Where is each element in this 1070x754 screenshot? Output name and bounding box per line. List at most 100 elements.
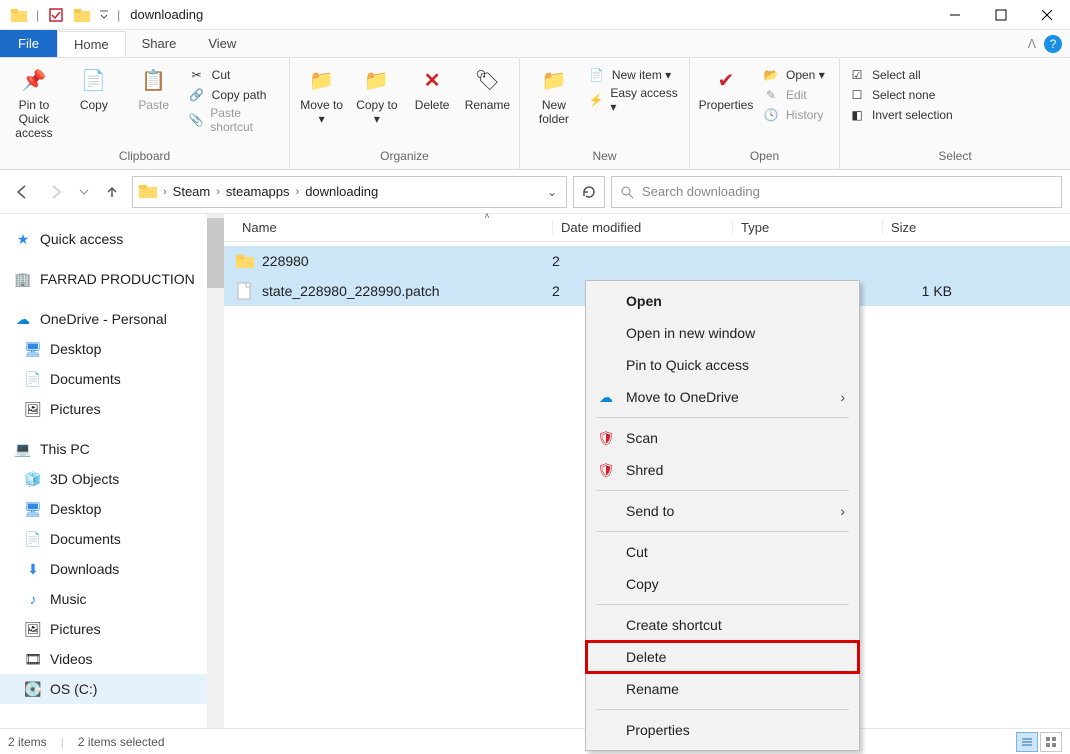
sidebar-pc-pictures[interactable]: 🖼Pictures (0, 614, 224, 644)
recent-locations-button[interactable] (76, 178, 92, 206)
move-to-button[interactable]: 📁Move to ▾ (298, 64, 345, 126)
sidebar-pc-videos[interactable]: 🎞Videos (0, 644, 224, 674)
copy-to-button[interactable]: 📁Copy to ▾ (353, 64, 400, 126)
history-button[interactable]: 🕓History (762, 106, 825, 124)
search-icon (620, 185, 634, 199)
window-title: downloading (130, 7, 203, 22)
ctx-open-new-window[interactable]: Open in new window (586, 317, 859, 349)
share-tab[interactable]: Share (126, 30, 193, 57)
sidebar-od-documents[interactable]: 📄Documents (0, 364, 224, 394)
new-folder-button[interactable]: 📁New folder (528, 64, 580, 126)
ctx-properties[interactable]: Properties (586, 714, 859, 746)
invert-selection-button[interactable]: ◧Invert selection (848, 106, 953, 124)
sidebar-pc-documents[interactable]: 📄Documents (0, 524, 224, 554)
close-button[interactable] (1024, 0, 1070, 30)
forward-button[interactable] (42, 178, 70, 206)
breadcrumb-steamapps[interactable]: steamapps (220, 184, 296, 199)
documents-icon: 📄 (24, 370, 42, 388)
select-all-button[interactable]: ☑Select all (848, 66, 953, 84)
pictures-icon: 🖼 (24, 620, 42, 638)
file-tab[interactable]: File (0, 30, 57, 57)
ctx-rename[interactable]: Rename (586, 673, 859, 705)
ctx-shred[interactable]: 🛡Shred (586, 454, 859, 486)
ctx-open[interactable]: Open (586, 285, 859, 317)
help-icon[interactable]: ? (1044, 35, 1062, 53)
qat-dropdown-icon[interactable] (95, 2, 113, 28)
ctx-pin-quick-access[interactable]: Pin to Quick access (586, 349, 859, 381)
easy-access-button[interactable]: ⚡Easy access ▾ (588, 86, 681, 114)
home-tab[interactable]: Home (57, 31, 126, 57)
file-date: 2 (552, 253, 732, 269)
building-icon: 🏢 (14, 270, 32, 288)
refresh-button[interactable] (573, 176, 605, 208)
file-row[interactable]: 228980 2 (224, 246, 1070, 276)
context-menu: Open Open in new window Pin to Quick acc… (585, 280, 860, 751)
col-size[interactable]: Size (882, 220, 972, 235)
cut-button[interactable]: ✂Cut (188, 66, 281, 84)
address-bar-row: › Steam › steamapps › downloading ⌄ Sear… (0, 170, 1070, 214)
col-name[interactable]: Name (234, 220, 552, 235)
pin-to-quick-access-button[interactable]: 📌 Pin to Quick access (8, 64, 60, 140)
search-input[interactable]: Search downloading (611, 176, 1062, 208)
breadcrumb[interactable]: › Steam › steamapps › downloading ⌄ (132, 176, 567, 208)
ctx-cut[interactable]: Cut (586, 536, 859, 568)
maximize-button[interactable] (978, 0, 1024, 30)
sidebar-pc-desktop[interactable]: 🖥Desktop (0, 494, 224, 524)
sidebar-onedrive[interactable]: ☁OneDrive - Personal (0, 304, 224, 334)
collapse-ribbon-icon[interactable]: ᐱ (1028, 37, 1036, 51)
col-type[interactable]: Type (732, 220, 882, 235)
breadcrumb-downloading[interactable]: downloading (299, 184, 384, 199)
ctx-create-shortcut[interactable]: Create shortcut (586, 609, 859, 641)
sidebar-pc-os[interactable]: 💽OS (C:) (0, 674, 224, 704)
back-button[interactable] (8, 178, 36, 206)
col-date[interactable]: Date modified (552, 220, 732, 235)
select-none-button[interactable]: ☐Select none (848, 86, 953, 104)
downloads-icon: ⬇ (24, 560, 42, 578)
rename-button[interactable]: 🏷Rename (464, 64, 511, 112)
music-icon: ♪ (24, 590, 42, 608)
copy-button[interactable]: 📄 Copy (68, 64, 120, 112)
status-selected-count: 2 items selected (78, 735, 165, 749)
documents-icon: 📄 (24, 530, 42, 548)
qat-properties-icon[interactable] (43, 2, 69, 28)
paste-button[interactable]: 📋 Paste (128, 64, 180, 112)
copy-path-button[interactable]: 🔗Copy path (188, 86, 281, 104)
sidebar-scrollbar[interactable] (207, 214, 224, 728)
thumbnails-view-button[interactable] (1040, 732, 1062, 752)
select-all-icon: ☑ (848, 66, 866, 84)
minimize-button[interactable] (932, 0, 978, 30)
ctx-scan[interactable]: 🛡Scan (586, 422, 859, 454)
sidebar-od-desktop[interactable]: 🖥Desktop (0, 334, 224, 364)
view-tab[interactable]: View (192, 30, 252, 57)
ctx-delete[interactable]: Delete (586, 641, 859, 673)
ctx-move-onedrive[interactable]: ☁Move to OneDrive› (586, 381, 859, 413)
file-size: 1 KB (882, 283, 972, 299)
scrollbar-thumb[interactable] (207, 218, 224, 288)
details-view-button[interactable] (1016, 732, 1038, 752)
edit-icon: ✎ (762, 86, 780, 104)
sidebar-quick-access[interactable]: ★Quick access (0, 224, 224, 254)
properties-button[interactable]: ✔Properties (698, 64, 754, 112)
ctx-send-to[interactable]: Send to› (586, 495, 859, 527)
sidebar-farrad[interactable]: 🏢FARRAD PRODUCTION (0, 264, 224, 294)
sidebar-this-pc[interactable]: 💻This PC (0, 434, 224, 464)
qat-folder-icon[interactable] (69, 2, 95, 28)
sidebar-3d-objects[interactable]: 🧊3D Objects (0, 464, 224, 494)
folder-icon (234, 250, 256, 272)
delete-icon: ✕ (416, 64, 448, 96)
address-dropdown-icon[interactable]: ⌄ (542, 185, 562, 199)
sidebar-od-pictures[interactable]: 🖼Pictures (0, 394, 224, 424)
open-button[interactable]: 📂Open ▾ (762, 66, 825, 84)
up-button[interactable] (98, 178, 126, 206)
pin-icon: 📌 (18, 64, 50, 96)
delete-button[interactable]: ✕Delete (409, 64, 456, 112)
sidebar-pc-downloads[interactable]: ⬇Downloads (0, 554, 224, 584)
edit-button[interactable]: ✎Edit (762, 86, 825, 104)
shield-icon: 🛡 (596, 430, 616, 447)
ctx-copy[interactable]: Copy (586, 568, 859, 600)
sidebar-pc-music[interactable]: ♪Music (0, 584, 224, 614)
paste-shortcut-button[interactable]: 📎Paste shortcut (188, 106, 281, 134)
breadcrumb-steam[interactable]: Steam (167, 184, 217, 199)
new-item-button[interactable]: 📄New item ▾ (588, 66, 681, 84)
copy-path-icon: 🔗 (188, 86, 206, 104)
